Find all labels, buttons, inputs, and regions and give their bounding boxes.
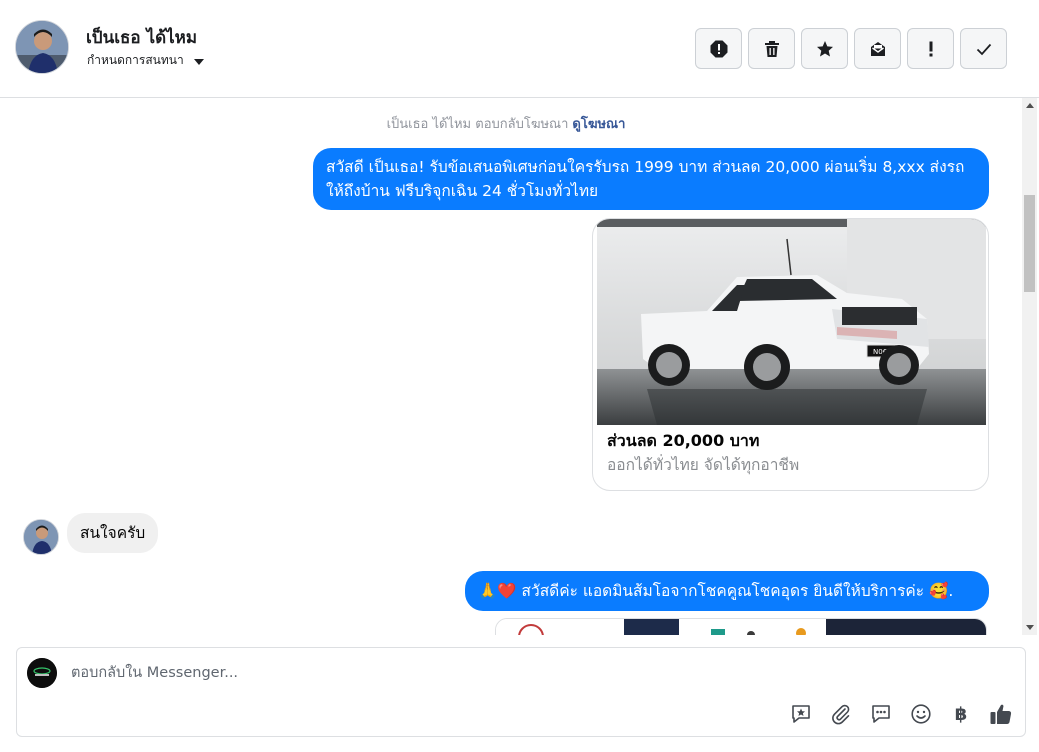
mark-unread-button[interactable] bbox=[854, 28, 901, 69]
saved-reply-star-icon bbox=[792, 705, 810, 723]
conversation-settings-label: กำหนดการสนทนา bbox=[87, 53, 184, 67]
paperclip-icon bbox=[832, 704, 850, 725]
caret-down-icon bbox=[193, 58, 204, 65]
reply-composer: ฿ bbox=[16, 647, 1026, 737]
alert-circle-icon bbox=[710, 40, 727, 57]
card-title: ส่วนลด 20,000 บาท bbox=[607, 431, 760, 450]
ad-reply-notice: เป็นเธอ ได้ไหม ตอบกลับโฆษณา ดูโฆษณา bbox=[0, 113, 1012, 134]
incoming-message[interactable]: สนใจครับ bbox=[67, 513, 159, 553]
contact-avatar-small bbox=[23, 519, 59, 555]
page-avatar bbox=[27, 658, 57, 688]
envelope-icon bbox=[870, 41, 885, 56]
emoji-button[interactable] bbox=[909, 702, 933, 726]
baht-icon: ฿ bbox=[954, 703, 968, 725]
message-text: สนใจครับ bbox=[80, 524, 146, 542]
chat-scrollbar[interactable] bbox=[1022, 98, 1037, 635]
contact-name: เป็นเธอ ได้ไหม bbox=[86, 28, 198, 48]
chat-bubble-icon bbox=[872, 705, 890, 723]
composer-actions: ฿ bbox=[789, 702, 1013, 726]
message-thread[interactable]: เป็นเธอ ได้ไหม ตอบกลับโฆษณา ดูโฆษณา สวัสด… bbox=[0, 98, 1022, 635]
contact-avatar[interactable] bbox=[15, 20, 69, 74]
smiley-icon bbox=[911, 704, 931, 724]
star-icon bbox=[816, 40, 833, 56]
scroll-up-arrow-icon[interactable] bbox=[1026, 103, 1034, 108]
car-image: N066 bbox=[597, 219, 986, 425]
thumbs-up-icon bbox=[990, 704, 1012, 724]
like-button[interactable] bbox=[989, 702, 1013, 726]
attach-file-button[interactable] bbox=[829, 702, 853, 726]
spam-button[interactable] bbox=[695, 28, 742, 69]
payment-button[interactable]: ฿ bbox=[949, 702, 973, 726]
message-input[interactable] bbox=[71, 661, 971, 685]
card-subtitle: ออกได้ทั่วไทย จัดได้ทุกอาชีพ bbox=[607, 456, 800, 474]
message-text: 🙏❤️ สวัสดีค่ะ แอดมินส้มโอจากโชคคูณโชคอุด… bbox=[478, 582, 954, 600]
important-button[interactable] bbox=[907, 28, 954, 69]
scroll-down-arrow-icon[interactable] bbox=[1026, 625, 1034, 630]
ad-product-card[interactable]: N066 ส่วนลด 20,000 บาท ออกได้ทั่วไทย จัด… bbox=[592, 218, 989, 491]
conversation-toolbar bbox=[695, 28, 1007, 69]
delete-button[interactable] bbox=[748, 28, 795, 69]
scroll-thumb[interactable] bbox=[1024, 195, 1035, 292]
check-icon bbox=[976, 43, 991, 55]
exclamation-icon bbox=[929, 41, 932, 56]
view-ad-link[interactable]: ดูโฆษณา bbox=[572, 117, 625, 132]
star-button[interactable] bbox=[801, 28, 848, 69]
saved-replies-button[interactable] bbox=[789, 702, 813, 726]
done-button[interactable] bbox=[960, 28, 1007, 69]
ad-reply-text: เป็นเธอ ได้ไหม ตอบกลับโฆษณา bbox=[386, 117, 569, 132]
inbox-conversation-view: เป็นเธอ ได้ไหม กำหนดการสนทนา เป็นเธอ ได้… bbox=[0, 0, 1039, 752]
conversation-header: เป็นเธอ ได้ไหม กำหนดการสนทนา bbox=[0, 0, 1039, 98]
trash-icon bbox=[764, 40, 779, 57]
outgoing-message[interactable]: 🙏❤️ สวัสดีค่ะ แอดมินส้มโอจากโชคคูณโชคอุด… bbox=[465, 571, 989, 611]
image-attachment-partial[interactable] bbox=[495, 618, 987, 635]
conversation-settings-dropdown[interactable]: กำหนดการสนทนา bbox=[87, 51, 204, 70]
message-text: สวัสดี เป็นเธอ! รับข้อเสนอพิเศษก่อนใครรั… bbox=[326, 158, 965, 200]
outgoing-message[interactable]: สวัสดี เป็นเธอ! รับข้อเสนอพิเศษก่อนใครรั… bbox=[313, 148, 989, 210]
quick-reply-button[interactable] bbox=[869, 702, 893, 726]
